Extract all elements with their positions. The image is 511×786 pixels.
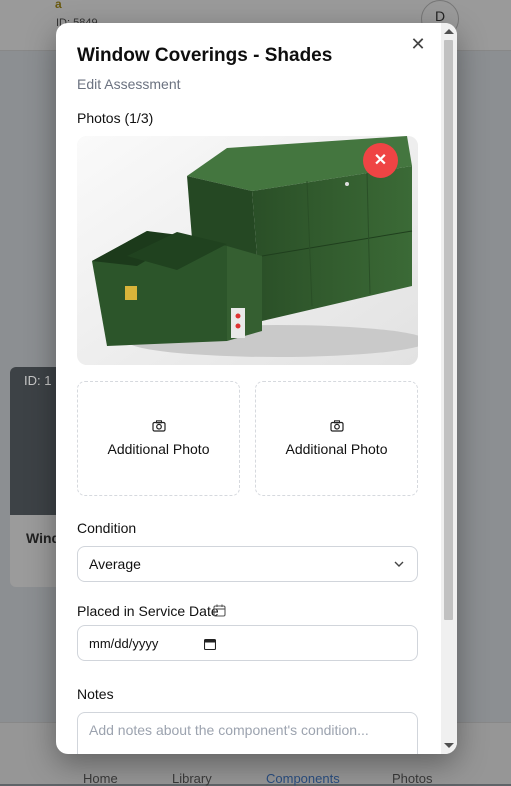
condition-select[interactable]: Average [77,546,418,582]
condition-label: Condition [77,520,137,536]
close-icon[interactable]: ✕ [410,35,426,53]
additional-photo-button[interactable]: Additional Photo [77,381,240,496]
camera-icon [330,420,344,432]
additional-photo-button[interactable]: Additional Photo [255,381,418,496]
calendar-icon [213,604,226,617]
nav-library: Library [172,771,212,786]
edit-assessment-modal: Window Coverings - Shades Edit Assessmen… [56,23,457,754]
condition-value: Average [89,556,141,572]
date-placeholder: mm/dd/yyyy [89,636,159,651]
remove-photo-button[interactable]: ✕ [363,143,398,178]
modal-title: Window Coverings - Shades [77,45,333,66]
scrollbar-thumb[interactable] [444,40,453,620]
close-icon: ✕ [373,152,388,169]
photos-label: Photos (1/3) [77,110,154,126]
placed-in-service-label: Placed in Service Date [77,603,219,619]
background-header-letter: a [55,0,62,11]
nav-components: Components [266,771,340,786]
notes-placeholder: Add notes about the component's conditio… [89,722,369,738]
modal-scrollbar[interactable] [441,23,457,754]
additional-photo-label: Additional Photo [107,441,210,457]
scroll-down-arrow[interactable] [444,743,454,748]
camera-icon [152,420,166,432]
notes-textarea[interactable]: Add notes about the component's conditio… [77,712,418,754]
modal-content: Window Coverings - Shades Edit Assessmen… [56,23,441,754]
notes-label: Notes [77,686,114,702]
additional-photo-label: Additional Photo [285,441,388,457]
calendar-picker-icon[interactable] [204,638,216,650]
scroll-up-arrow[interactable] [444,29,454,34]
background-card-id: ID: 1 [24,373,52,388]
nav-photos: Photos [392,771,433,786]
nav-home: Home [83,771,118,786]
placed-in-service-date-input[interactable]: mm/dd/yyyy [77,625,418,661]
chevron-down-icon [394,561,404,567]
modal-subtitle: Edit Assessment [77,76,181,92]
background-card-name: Wind [26,530,61,546]
